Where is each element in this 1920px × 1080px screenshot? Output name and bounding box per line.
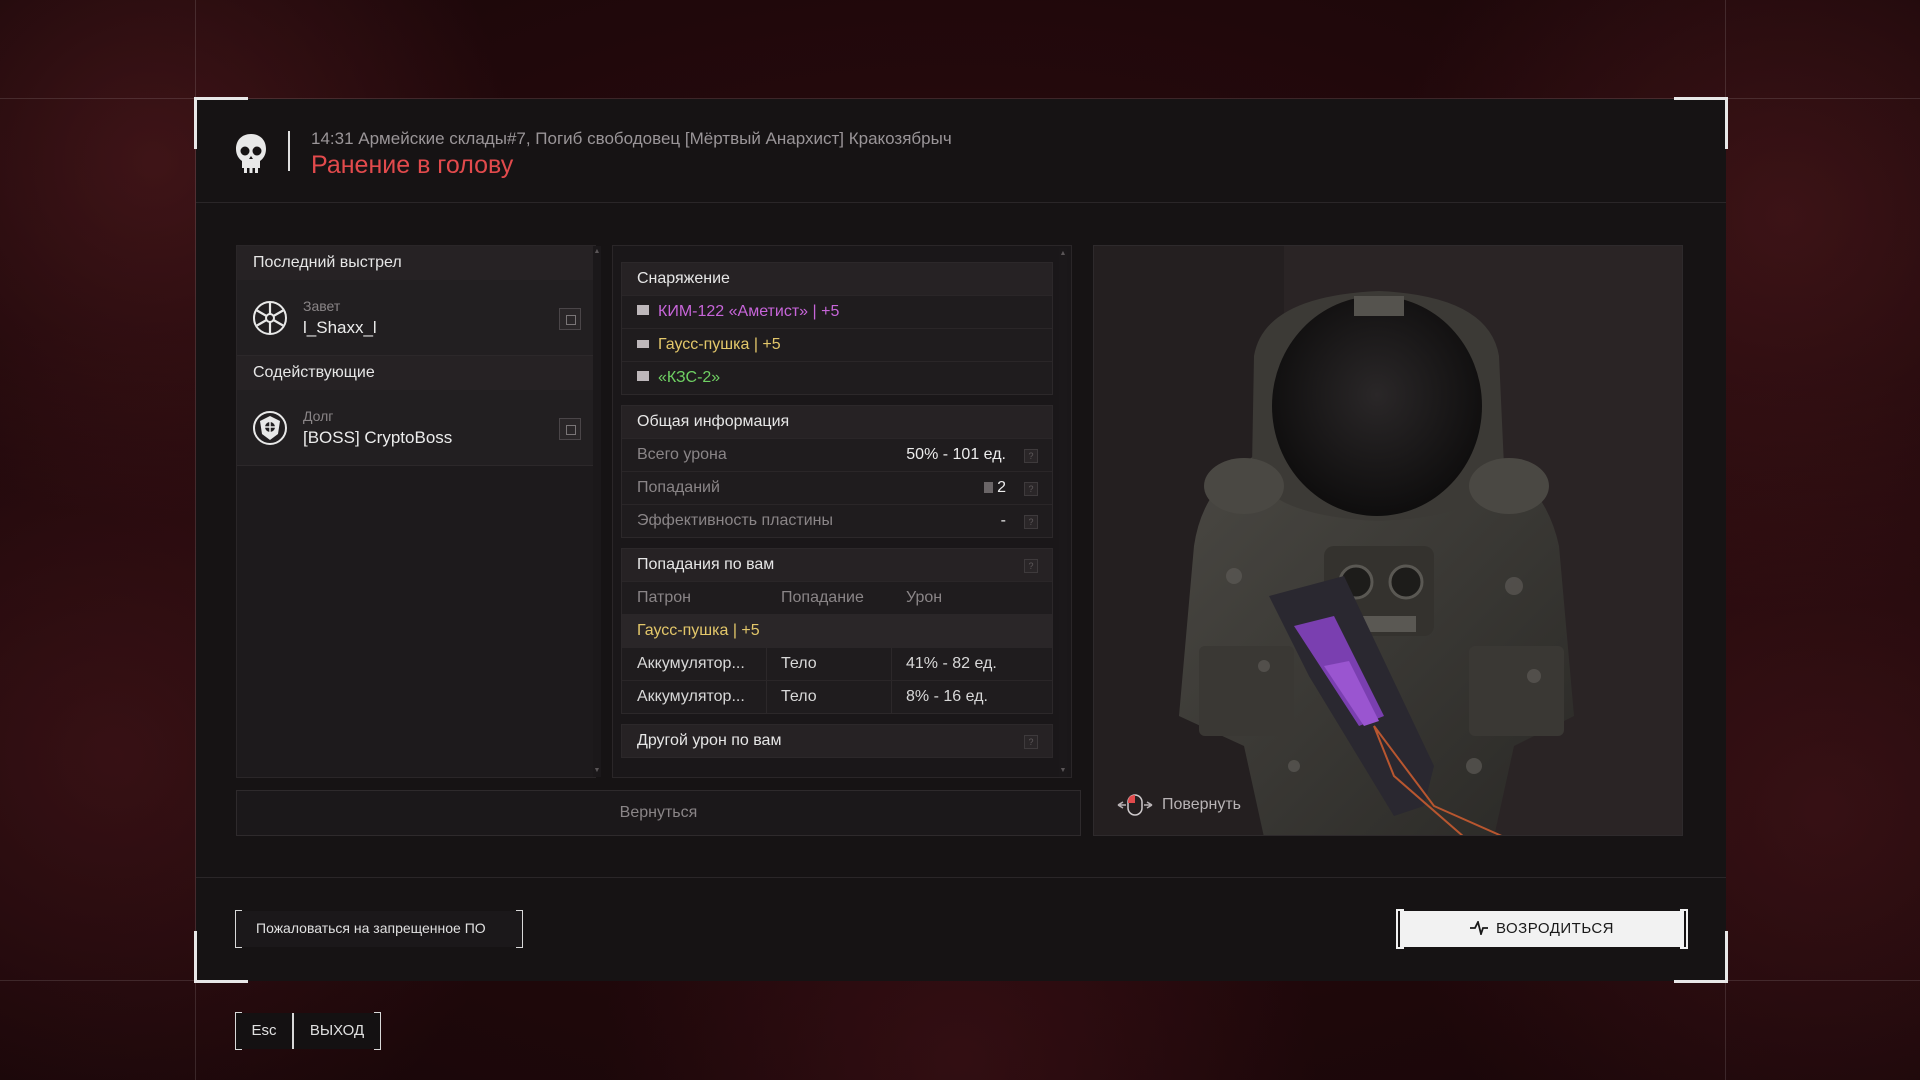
stat-label: Всего урона <box>637 446 727 463</box>
stat-value: - <box>1000 512 1006 529</box>
general-info-block: Общая информация Всего урона 50% - 101 е… <box>621 405 1053 538</box>
rotate-hint: Повернуть <box>1116 794 1241 816</box>
hits-weapon-row: Гаусс-пушка | +5 <box>622 614 1052 647</box>
attackers-panel: Последний выстрел Завет l_Shaxx_l Содейс… <box>236 245 601 778</box>
column-header: Попадание <box>781 589 864 606</box>
respawn-label: ВОЗРОДИТЬСЯ <box>1495 920 1615 937</box>
help-icon[interactable]: ? <box>1024 735 1038 749</box>
equipment-item[interactable]: Гаусс-пушка | +5 <box>622 328 1052 361</box>
scroll-up-icon[interactable]: ▲ <box>1059 250 1067 258</box>
copy-killer-name-button[interactable] <box>559 308 581 330</box>
assistant-faction: Долг <box>303 408 334 424</box>
details-scrollbar[interactable]: ▲ ▼ <box>1059 248 1067 777</box>
hit-ammo: Аккумулятор... <box>637 655 745 672</box>
hits-on-you-label: Попадания по вам <box>637 556 775 573</box>
hits-count: 2 <box>997 479 1006 496</box>
pulse-icon <box>1469 921 1488 935</box>
hit-ammo: Аккумулятор... <box>637 688 745 705</box>
equipment-item-name: Гаусс-пушка | +5 <box>658 336 781 353</box>
column-header: Урон <box>906 589 943 606</box>
mouse-drag-icon <box>1117 794 1153 816</box>
help-icon[interactable]: ? <box>1024 482 1038 496</box>
gun-icon <box>637 340 649 348</box>
scroll-down-icon[interactable]: ▼ <box>1059 767 1067 775</box>
equipment-item[interactable]: КИМ-122 «Аметист» | +5 <box>622 295 1052 328</box>
equipment-item-name: «КЗС-2» <box>658 369 721 386</box>
hits-on-you-title: Попадания по вам ? <box>622 549 1052 581</box>
other-damage-block: Другой урон по вам ? <box>621 724 1053 758</box>
stat-row: Эффективность пластины - ? <box>622 504 1052 537</box>
covenant-faction-icon <box>253 301 287 335</box>
stat-value: 50% - 101 ед. <box>906 446 1006 463</box>
hits-weapon-name: Гаусс-пушка | +5 <box>637 622 760 639</box>
assistant-row[interactable]: Долг [BOSS] CryptoBoss <box>237 390 595 466</box>
exit-control[interactable]: Esc ВЫХОД <box>235 1012 381 1050</box>
other-damage-title: Другой урон по вам ? <box>622 725 1052 757</box>
stat-row: Всего урона 50% - 101 ед. ? <box>622 438 1052 471</box>
duty-faction-icon <box>253 411 287 445</box>
other-damage-label: Другой урон по вам <box>637 732 782 749</box>
hit-location: Тело <box>781 655 817 672</box>
hit-location: Тело <box>781 688 817 705</box>
stat-value: 2 <box>984 479 1006 497</box>
column-divider <box>766 648 767 680</box>
column-divider <box>766 681 767 713</box>
assistant-name: [BOSS] CryptoBoss <box>303 428 453 447</box>
character-model-image <box>1094 246 1682 835</box>
help-icon[interactable]: ? <box>1024 515 1038 529</box>
header-divider <box>288 131 290 171</box>
death-cause: Ранение в голову <box>311 151 514 179</box>
killer-row[interactable]: Завет l_Shaxx_l <box>237 280 595 356</box>
assist-title: Содействующие <box>237 356 595 390</box>
hit-row: Аккумулятор... Тело 8% - 16 ед. <box>622 680 1052 713</box>
stat-label: Попаданий <box>637 479 720 496</box>
death-recap-window: 14:31 Армейские склады#7, Погиб свободов… <box>194 97 1728 983</box>
death-header: 14:31 Армейские склады#7, Погиб свободов… <box>196 99 1726 203</box>
hit-damage: 41% - 82 ед. <box>906 655 997 672</box>
equipment-block: Снаряжение КИМ-122 «Аметист» | +5 Гаусс-… <box>621 262 1053 395</box>
last-shot-title: Последний выстрел <box>237 246 595 280</box>
character-model-viewer[interactable]: Повернуть <box>1093 245 1683 836</box>
stat-row: Попаданий 2 ? <box>622 471 1052 504</box>
equipment-title: Снаряжение <box>622 263 1052 295</box>
helmet-icon <box>637 371 649 381</box>
skull-icon <box>236 134 266 173</box>
respawn-button[interactable]: ВОЗРОДИТЬСЯ <box>1396 909 1688 949</box>
scroll-up-icon[interactable]: ▲ <box>593 248 601 256</box>
column-header: Патрон <box>637 589 692 606</box>
copy-assistant-name-button[interactable] <box>559 418 581 440</box>
hit-row: Аккумулятор... Тело 41% - 82 ед. <box>622 647 1052 680</box>
attackers-scrollbar[interactable]: ▲ ▼ <box>593 246 601 777</box>
footer-divider <box>196 877 1726 878</box>
scroll-down-icon[interactable]: ▼ <box>593 767 601 775</box>
person-icon <box>984 482 994 493</box>
armor-icon <box>637 305 649 315</box>
exit-button[interactable]: ВЫХОД <box>294 1013 380 1049</box>
equipment-item[interactable]: «КЗС-2» <box>622 361 1052 394</box>
column-divider <box>891 648 892 680</box>
help-icon[interactable]: ? <box>1024 559 1038 573</box>
general-info-title: Общая информация <box>622 406 1052 438</box>
hits-on-you-block: Попадания по вам ? Патрон Попадание Урон… <box>621 548 1053 714</box>
back-button[interactable]: Вернуться <box>236 790 1081 836</box>
equipment-item-name: КИМ-122 «Аметист» | +5 <box>658 303 840 320</box>
rotate-label: Повернуть <box>1162 796 1242 814</box>
esc-key-hint[interactable]: Esc <box>236 1013 294 1049</box>
column-divider <box>891 681 892 713</box>
killer-faction: Завет <box>303 298 341 314</box>
killer-name: l_Shaxx_l <box>303 318 377 337</box>
hits-header-row: Патрон Попадание Урон <box>622 581 1052 614</box>
death-event-line: 14:31 Армейские склады#7, Погиб свободов… <box>311 129 952 148</box>
hit-damage: 8% - 16 ед. <box>906 688 988 705</box>
report-cheater-button[interactable]: Пожаловаться на запрещенное ПО <box>235 910 523 948</box>
details-panel: Снаряжение КИМ-122 «Аметист» | +5 Гаусс-… <box>612 245 1072 778</box>
help-icon[interactable]: ? <box>1024 449 1038 463</box>
stat-label: Эффективность пластины <box>637 512 834 529</box>
